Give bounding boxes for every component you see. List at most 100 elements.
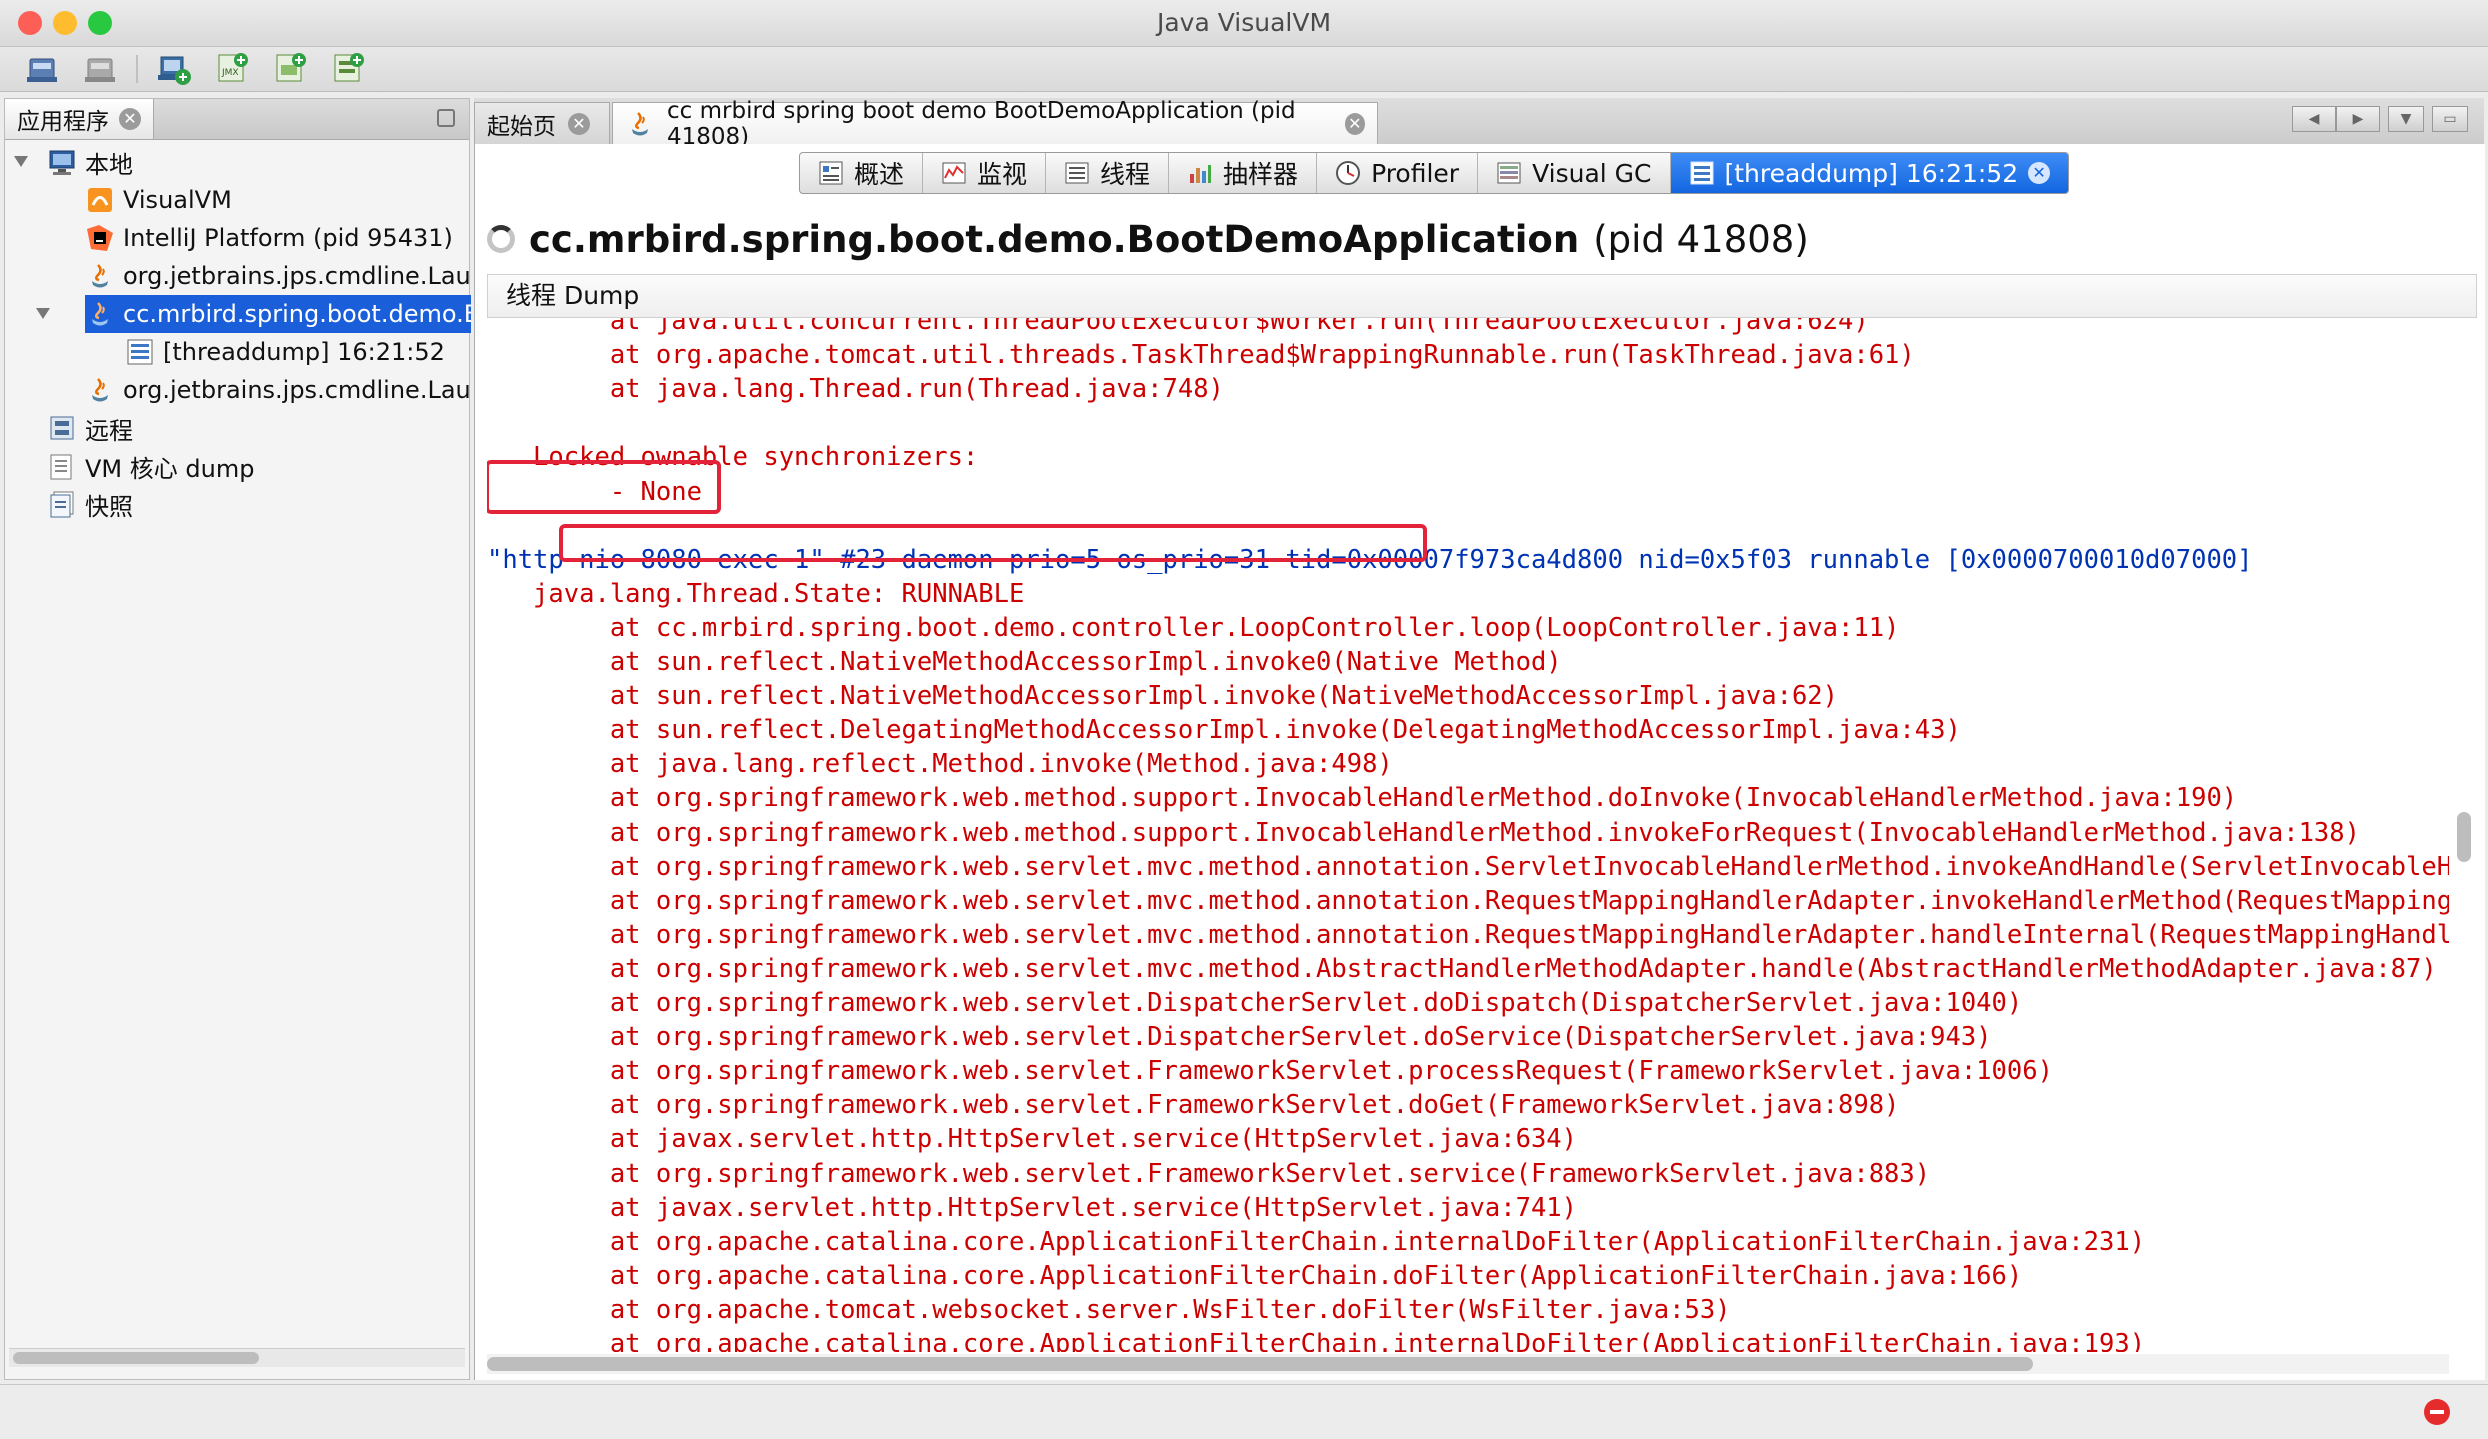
title-bar: Java VisualVM [0,0,2488,47]
add-core-dump-icon[interactable] [272,51,308,87]
dump-line: at javax.servlet.http.HttpServlet.servic… [487,1192,1578,1223]
tab-label: cc mrbird spring boot demo BootDemoAppli… [667,97,1296,150]
tab-list-dropdown-button[interactable]: ▼ [2388,106,2424,132]
open-application-icon[interactable] [24,51,60,87]
dump-line: at org.springframework.web.servlet.mvc.m… [609,851,2449,882]
tab-label: Visual GC [1532,158,1652,188]
dump-line: at org.apache.catalina.core.ApplicationF… [487,1260,2023,1291]
scroll-tabs-right-button[interactable]: ▶ [2336,106,2380,132]
tree-item-local[interactable]: 本地 [47,143,133,181]
tree-item-label: cc.mrbird.spring.boot.demo.B [123,300,471,328]
dump-line: at org.springframework.web.servlet.mvc.m… [609,919,2449,950]
add-jmx-connection-icon[interactable] [156,51,192,87]
applications-panel: 应用程序 ✕ 本地 VisualVM IntelliJ Platform (pi… [4,98,471,1380]
applications-tab-label: 应用程序 [17,109,109,135]
scroll-tabs-left-button[interactable]: ◀ [2292,106,2336,132]
svg-text:JMX: JMX [221,68,239,78]
expand-arrow-icon[interactable] [13,153,29,169]
tab-label: 抽样器 [1223,160,1299,189]
applications-tab[interactable]: 应用程序 ✕ [5,99,154,139]
scrollbar-thumb[interactable] [487,1357,2033,1371]
add-remote-host-icon[interactable] [330,51,366,87]
dump-line: at org.apache.catalina.core.ApplicationF… [487,1226,2146,1257]
dump-line: at sun.reflect.NativeMethodAccessorImpl.… [487,647,1562,677]
application-subtabs: 概述 监视 线程 抽样器 Profiler Visual GC [threadd… [799,152,2070,194]
tab-bootdemo-application[interactable]: cc mrbird spring boot demo BootDemoAppli… [612,98,1378,150]
threads-icon [1064,160,1090,186]
close-icon[interactable]: ✕ [568,112,590,135]
tab-threads[interactable]: 线程 [1046,153,1170,193]
thread-dump-text[interactable]: at org.apache.catalina.core.ApplicationF… [487,318,2449,1352]
tree-item-jps-launcher-2[interactable]: org.jetbrains.jps.cmdline.Lau [85,371,471,409]
threaddump-icon [125,337,155,367]
dump-horizontal-scrollbar[interactable] [487,1354,2449,1374]
tab-label: 概述 [854,160,905,189]
tab-start-page[interactable]: 起始页 ✕ [474,102,610,144]
highlight-box [487,460,721,514]
vertical-scrollbar-thumb[interactable] [2457,812,2471,862]
tree-item-jps-launcher-1[interactable]: org.jetbrains.jps.cmdline.Lau [85,257,471,295]
application-name: cc.mrbird.spring.boot.demo.BootDemoAppli… [529,217,1580,261]
tab-profiler[interactable]: Profiler [1317,153,1479,193]
tab-threaddump[interactable]: [threaddump] 16:21:52 ✕ [1670,153,2069,193]
tree-item-label: 快照 [85,492,133,521]
tree-item-threaddump[interactable]: [threaddump] 16:21:52 [125,333,445,371]
java-icon [85,375,115,405]
maximize-window-button[interactable]: ▭ [2432,106,2468,132]
toolbar-separator [136,55,138,83]
tree-item-bootdemo[interactable]: cc.mrbird.spring.boot.demo.B [85,295,471,333]
dump-line: at org.springframework.web.servlet.mvc.m… [609,885,2449,916]
tab-sampler[interactable]: 抽样器 [1169,153,1318,193]
visualvm-icon [85,185,115,215]
snapshots-icon [47,489,77,519]
status-bar [0,1384,2488,1439]
scrollbar-thumb[interactable] [13,1352,259,1364]
java-icon [625,109,655,139]
expand-arrow-icon[interactable] [35,305,51,321]
tab-overview[interactable]: 概述 [800,153,924,193]
dump-line: at java.util.concurrent.ThreadPoolExecut… [487,318,1869,336]
main-toolbar: JMX [0,47,2488,92]
dump-line: at org.springframework.web.servlet.Frame… [487,1158,1931,1189]
tab-visual-gc[interactable]: Visual GC [1478,153,1671,193]
window-title: Java VisualVM [1156,8,1332,37]
tree-item-visualvm[interactable]: VisualVM [85,181,232,219]
applications-tab-row: 应用程序 ✕ [5,99,469,140]
tab-label: 线程 [1100,160,1151,189]
error-icon[interactable] [2424,1399,2450,1425]
tree-item-remote[interactable]: 远程 [47,409,133,447]
tab-monitor[interactable]: 监视 [923,153,1047,193]
monitor-icon [941,160,967,186]
java-icon [85,261,115,291]
core-dump-icon [47,451,77,481]
overview-icon [818,160,844,186]
dump-line: at sun.reflect.NativeMethodAccessorImpl.… [487,681,1839,712]
application-header: cc.mrbird.spring.boot.demo.BootDemoAppli… [487,214,1809,264]
tree-item-intellij[interactable]: IntelliJ Platform (pid 95431) [85,219,453,257]
dump-line: at sun.reflect.DelegatingMethodAccessorI… [487,715,1961,746]
dump-line: at org.springframework.web.method.suppor… [487,817,2360,848]
close-icon[interactable]: ✕ [1344,112,1365,135]
add-jmx-snapshot-icon[interactable]: JMX [214,51,250,87]
dump-line: at org.springframework.web.method.suppor… [487,783,2238,814]
tree-item-label: 本地 [85,150,133,179]
close-icon[interactable]: ✕ [119,108,141,130]
tree-item-core-dump[interactable]: VM 核心 dump [47,447,254,485]
tree-horizontal-scrollbar[interactable] [9,1348,465,1367]
sampler-icon [1187,160,1213,186]
dump-line: at org.springframework.web.servlet.Dispa… [487,1022,1992,1053]
threaddump-view: 概述 监视 线程 抽样器 Profiler Visual GC [threadd… [474,144,2485,1380]
close-icon[interactable]: ✕ [2028,162,2051,184]
tree-item-snapshots[interactable]: 快照 [47,485,133,523]
visual-gc-icon [1496,160,1522,186]
profiler-icon [1335,160,1361,186]
dump-line: at javax.servlet.http.HttpServlet.servic… [487,1124,1578,1155]
loading-spinner-icon [487,225,515,253]
tree-item-label: org.jetbrains.jps.cmdline.Lau [123,376,471,404]
intellij-icon [85,223,115,253]
tab-label: Profiler [1371,158,1460,188]
java-icon [85,299,115,329]
save-snapshot-icon[interactable] [82,51,118,87]
document-tab-row: 起始页 ✕ cc mrbird spring boot demo BootDem… [474,98,2484,150]
minimize-panel-icon[interactable] [437,109,455,127]
